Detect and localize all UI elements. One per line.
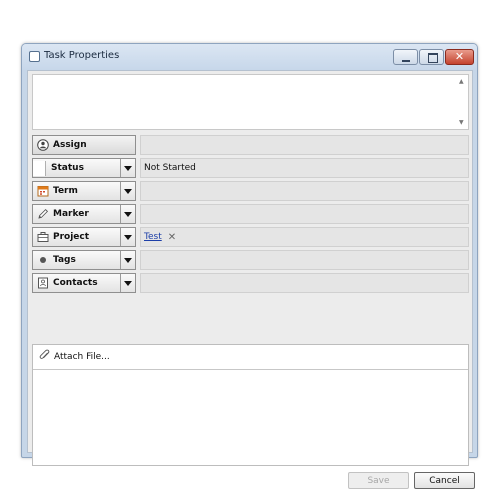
status-label: Status: [51, 163, 84, 173]
tags-button[interactable]: Tags: [32, 250, 136, 270]
project-field[interactable]: Test ✕: [140, 227, 469, 247]
marker-label: Marker: [53, 209, 89, 219]
project-button[interactable]: Project: [32, 227, 136, 247]
attach-file-label: Attach File...: [54, 352, 110, 362]
window-title: Task Properties: [44, 50, 120, 61]
contacts-row: Contacts: [32, 273, 469, 293]
close-icon: ✕: [454, 50, 465, 63]
status-row: Status Not Started: [32, 158, 469, 178]
briefcase-icon: [36, 231, 49, 244]
calendar-icon: [36, 185, 49, 198]
term-button[interactable]: Term: [32, 181, 136, 201]
status-blank-icon: [33, 160, 46, 176]
tags-dropdown-arrow-icon[interactable]: [120, 251, 135, 269]
status-button[interactable]: Status: [32, 158, 136, 178]
marker-dropdown-arrow-icon[interactable]: [120, 205, 135, 223]
task-properties-window: Task Properties ✕ ▲ ▼ Assign Status Not …: [21, 43, 478, 489]
save-button[interactable]: Save: [348, 472, 409, 489]
status-field[interactable]: Not Started: [140, 158, 469, 178]
tags-label: Tags: [53, 255, 76, 265]
marker-field[interactable]: [140, 204, 469, 224]
term-row: Term: [32, 181, 469, 201]
status-dropdown-arrow-icon[interactable]: [120, 159, 135, 177]
assign-button[interactable]: Assign: [32, 135, 136, 155]
attachments-panel: Attach File...: [32, 344, 469, 466]
remove-project-icon[interactable]: ✕: [168, 232, 176, 243]
dialog-body: ▲ ▼ Assign Status Not Started Term Marke…: [27, 70, 475, 489]
paperclip-icon: [39, 349, 51, 365]
attach-file-button[interactable]: Attach File...: [33, 345, 468, 370]
assign-row: Assign: [32, 135, 469, 155]
cancel-button[interactable]: Cancel: [414, 472, 475, 489]
pencil-icon: [36, 208, 49, 221]
tags-row: Tags: [32, 250, 469, 270]
marker-button[interactable]: Marker: [32, 204, 136, 224]
minimize-button[interactable]: [393, 49, 418, 65]
minimize-icon: [394, 50, 417, 64]
status-value: Not Started: [144, 163, 196, 173]
contacts-field[interactable]: [140, 273, 469, 293]
marker-row: Marker: [32, 204, 469, 224]
project-label: Project: [53, 232, 90, 242]
project-dropdown-arrow-icon[interactable]: [120, 228, 135, 246]
contacts-label: Contacts: [53, 278, 98, 288]
maximize-button[interactable]: [419, 49, 444, 65]
close-button[interactable]: ✕: [445, 49, 474, 65]
assign-field[interactable]: [140, 135, 469, 155]
dot-icon: [36, 254, 49, 267]
assign-label: Assign: [53, 140, 87, 150]
scroll-up-arrow-icon[interactable]: ▲: [459, 78, 464, 85]
term-dropdown-arrow-icon[interactable]: [120, 182, 135, 200]
title-bar[interactable]: Task Properties ✕: [22, 44, 477, 70]
tags-field[interactable]: [140, 250, 469, 270]
person-icon: [36, 139, 49, 152]
project-tag-link[interactable]: Test: [144, 232, 162, 242]
contact-card-icon: [36, 277, 49, 290]
notes-textarea[interactable]: ▲ ▼: [32, 74, 469, 130]
title-checkbox[interactable]: [29, 51, 40, 62]
term-field[interactable]: [140, 181, 469, 201]
maximize-icon: [420, 50, 443, 64]
project-row: Project Test ✕: [32, 227, 469, 247]
scroll-down-arrow-icon[interactable]: ▼: [459, 119, 464, 126]
notes-scrollbar[interactable]: ▲ ▼: [456, 75, 468, 129]
contacts-dropdown-arrow-icon[interactable]: [120, 274, 135, 292]
term-label: Term: [53, 186, 78, 196]
contacts-button[interactable]: Contacts: [32, 273, 136, 293]
